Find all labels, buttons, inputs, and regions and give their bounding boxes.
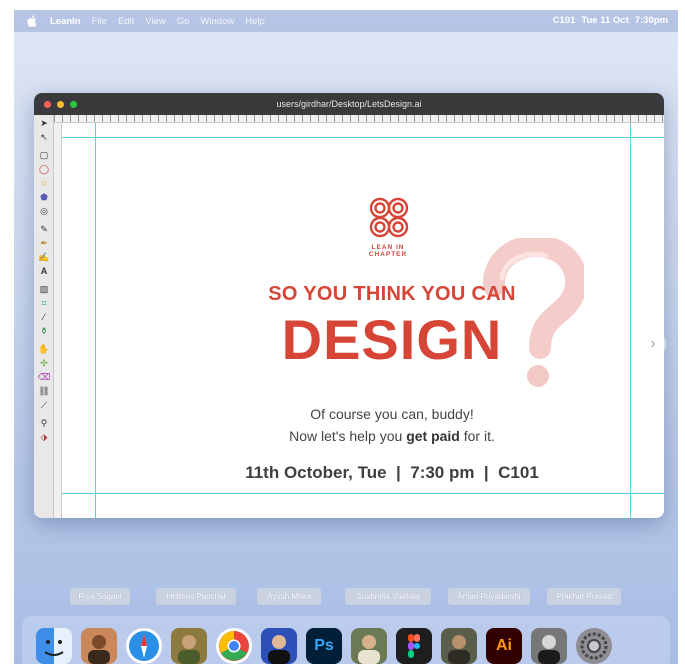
apple-menu-icon[interactable] <box>26 15 38 27</box>
person-avatar-icon[interactable] <box>171 628 207 664</box>
participant-label: Ayush Misra <box>257 588 321 605</box>
guide-line <box>62 137 664 138</box>
artboard-canvas[interactable]: LEAN IN CHAPTER SO YOU THINK YOU CAN DES… <box>62 123 664 518</box>
chevron-right-icon: › <box>650 335 656 352</box>
paint-bucket-tool-icon[interactable]: ⚱ <box>37 325 51 337</box>
direct-selection-tool-icon[interactable]: ↖ <box>37 131 51 143</box>
guide-line <box>95 123 96 518</box>
mesh-tool-icon[interactable]: ⌗ <box>37 297 51 309</box>
polygon-tool-icon[interactable]: ⬟ <box>37 191 51 203</box>
ellipse-tool-icon[interactable]: ◯ <box>37 163 51 175</box>
system-preferences-icon[interactable] <box>576 628 612 664</box>
status-time[interactable]: 7:30pm <box>635 15 668 26</box>
participant-label: Sushmita Vavilala <box>345 588 431 605</box>
menu-file[interactable]: File <box>92 16 107 27</box>
menu-window[interactable]: Window <box>200 16 234 27</box>
dropper-tool-icon[interactable]: ⁄ <box>37 311 51 323</box>
star-tool-icon[interactable]: ☆ <box>37 177 51 189</box>
connector-tool-icon[interactable]: ⛓ <box>37 385 51 397</box>
text-tool-icon[interactable]: A <box>37 265 51 277</box>
horizontal-ruler <box>54 115 664 123</box>
poster-headline-main: DESIGN <box>281 308 503 371</box>
poster-subline-2: Now let's help you get paid for it. <box>162 428 622 444</box>
pen-tool-icon[interactable]: ✒ <box>37 237 51 249</box>
measure-tool-icon[interactable]: ⟋ <box>37 399 51 411</box>
participant-label: Riya Sogani <box>70 588 130 605</box>
logo-line-1: LEAN IN <box>371 244 405 251</box>
selection-tool-icon[interactable]: ➤ <box>37 117 51 129</box>
subline-2-bold: get paid <box>406 428 460 444</box>
lean-in-logo-icon <box>369 197 409 238</box>
tool-panel: ➤ ↖ ▢ ◯ ☆ ⬟ ◎ ✎ ✒ ✍ A ▧ ⌗ ⁄ ⚱ ✋ ✣ ⌫ ⛓ ⟋ … <box>34 115 54 518</box>
zoom-tool-icon[interactable]: ⚲ <box>37 417 51 429</box>
gradient-tool-icon[interactable]: ▧ <box>37 283 51 295</box>
figma-icon[interactable] <box>396 628 432 664</box>
subline-2-pre: Now let's help you <box>289 428 407 444</box>
poster-headline-top: SO YOU THINK YOU CAN <box>268 283 516 305</box>
status-date: Tue 11 Oct <box>581 15 629 26</box>
next-slide-button[interactable]: › <box>640 331 666 357</box>
menu-bar: LeanIn File Edit View Go Window Help C10… <box>14 10 678 32</box>
window-title-bar[interactable]: users/girdhar/Desktop/LetsDesign.ai <box>34 93 664 115</box>
participant-labels: Riya Sogani Hribhav Panchal Ayush Misra … <box>14 588 678 608</box>
subline-2-post: for it. <box>459 428 495 444</box>
chrome-icon[interactable] <box>216 628 252 664</box>
participant-label: Aman Priyadarshi <box>448 588 530 605</box>
finder-icon[interactable] <box>36 628 72 664</box>
guide-line <box>62 493 664 494</box>
menu-edit[interactable]: Edit <box>118 16 134 27</box>
person-avatar-icon[interactable] <box>531 628 567 664</box>
illustrator-window: users/girdhar/Desktop/LetsDesign.ai ➤ ↖ … <box>34 93 664 518</box>
eraser-alt-tool-icon[interactable]: ⬗ <box>37 431 51 443</box>
guide-line <box>630 123 631 518</box>
eraser-tool-icon[interactable]: ⌫ <box>37 371 51 383</box>
menu-go[interactable]: Go <box>177 16 190 27</box>
person-avatar-icon[interactable] <box>261 628 297 664</box>
photoshop-icon[interactable]: Ps <box>306 628 342 664</box>
spiral-tool-icon[interactable]: ◎ <box>37 205 51 217</box>
poster-event-details: 11th October, Tue | 7:30 pm | C101 <box>245 463 539 482</box>
participant-label: Prakhar Prasad <box>547 588 621 605</box>
person-avatar-icon[interactable] <box>81 628 117 664</box>
menu-help[interactable]: Help <box>245 16 265 27</box>
participant-label: Hribhav Panchal <box>156 588 236 605</box>
spray-tool-icon[interactable]: ✣ <box>37 357 51 369</box>
person-avatar-icon[interactable] <box>441 628 477 664</box>
rectangle-tool-icon[interactable]: ▢ <box>37 149 51 161</box>
window-title: users/girdhar/Desktop/LetsDesign.ai <box>276 99 422 109</box>
pencil-tool-icon[interactable]: ✎ <box>37 223 51 235</box>
menu-app-name[interactable]: LeanIn <box>50 16 81 27</box>
logo-line-2: CHAPTER <box>368 251 408 258</box>
tweak-tool-icon[interactable]: ✋ <box>37 343 51 355</box>
desktop: LeanIn File Edit View Go Window Help C10… <box>14 10 678 664</box>
poster-subline-1: Of course you can, buddy! <box>310 406 474 422</box>
logo-text: LEAN IN CHAPTER <box>352 244 424 258</box>
dock: Ps Ai <box>22 616 670 664</box>
person-avatar-icon[interactable] <box>351 628 387 664</box>
calligraphy-tool-icon[interactable]: ✍ <box>37 251 51 263</box>
vertical-ruler <box>54 123 62 518</box>
illustrator-icon[interactable]: Ai <box>486 628 522 664</box>
safari-icon[interactable] <box>126 628 162 664</box>
menu-status: C101 Tue 11 Oct 7:30pm <box>553 15 668 26</box>
status-room: C101 <box>552 15 576 26</box>
menu-view[interactable]: View <box>145 16 165 27</box>
